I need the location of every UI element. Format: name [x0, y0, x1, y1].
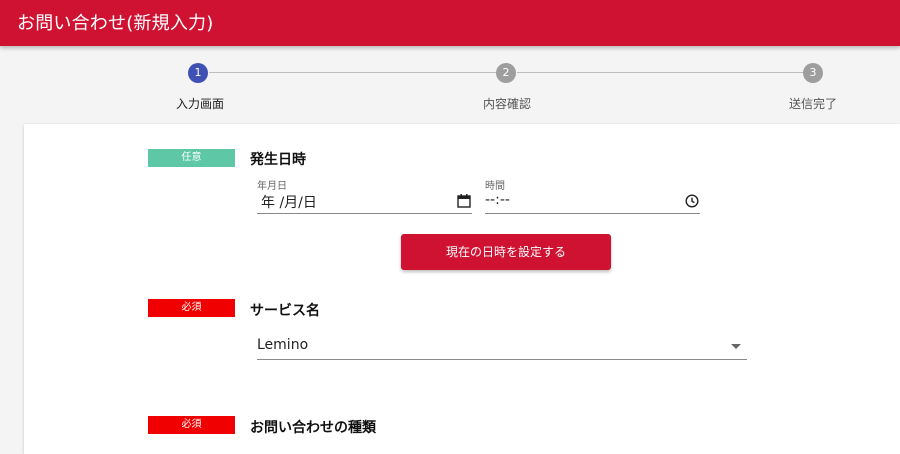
step-2-label: 内容確認	[483, 97, 532, 111]
dropdown-arrow-icon[interactable]	[731, 344, 741, 349]
required-badge: 必須	[148, 299, 235, 317]
step-connector	[517, 72, 803, 73]
optional-badge: 任意	[148, 149, 235, 167]
app-bar: お問い合わせ(新規入力)	[0, 0, 900, 46]
progress-stepper: 1 入力画面 2 内容確認 3 送信完了	[0, 46, 900, 124]
section-title-inquiry-type: お問い合わせの種類	[250, 420, 376, 436]
required-badge: 必須	[148, 416, 235, 434]
step-2-indicator: 2	[496, 63, 516, 83]
date-input-value: 年 /月/日	[261, 195, 317, 211]
form-card: 任意 発生日時 年月日 年 /月/日 時間 --:-- 現在の日時を設定する 必…	[24, 124, 900, 454]
section-title-service: サービス名	[250, 303, 320, 319]
step-3-indicator: 3	[803, 63, 823, 83]
clock-icon[interactable]	[684, 193, 700, 209]
time-field-caption: 時間	[485, 181, 505, 192]
time-input[interactable]: --:--	[485, 191, 700, 214]
time-input-value: --:--	[485, 192, 510, 208]
section-title-occurrence: 発生日時	[250, 152, 306, 168]
step-1-label: 入力画面	[176, 97, 225, 111]
step-connector	[209, 72, 496, 73]
set-current-datetime-button[interactable]: 現在の日時を設定する	[401, 234, 611, 270]
page-title: お問い合わせ(新規入力)	[17, 13, 214, 34]
date-input[interactable]: 年 /月/日	[257, 191, 472, 214]
step-3-label: 送信完了	[789, 97, 838, 111]
service-select[interactable]: Lemino	[257, 334, 747, 360]
date-field-caption: 年月日	[257, 181, 287, 192]
step-1-indicator: 1	[188, 63, 208, 83]
calendar-icon[interactable]	[456, 193, 472, 209]
service-select-value: Lemino	[257, 337, 309, 353]
